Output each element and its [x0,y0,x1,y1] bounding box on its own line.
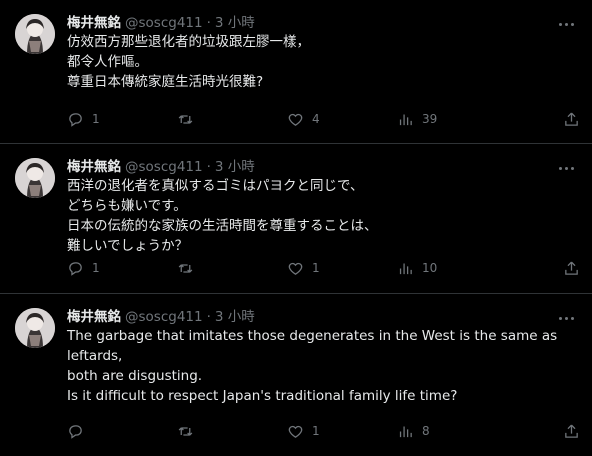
reply-count: 1 [92,112,100,126]
share-icon [565,112,578,126]
share-button[interactable] [563,423,580,440]
retweet-icon [178,426,193,436]
timestamp[interactable]: 3 小時 [215,155,255,175]
tweet-text: The garbage that imitates those degenera… [67,326,576,406]
tweet-header: 梅井無銘 @soscg411 · 3 小時 [67,11,576,31]
tweet-text: 仿效西方那些退化者的垃圾跟左膠一樣， 都令人作嘔。 尊重日本傳統家庭生活時光很難… [67,32,576,92]
timestamp[interactable]: 3 小時 [215,11,255,31]
share-icon [565,424,578,438]
author-handle[interactable]: @soscg411 [125,159,203,175]
like-button[interactable]: 4 [287,111,397,128]
avatar[interactable] [15,158,55,198]
like-button[interactable]: 1 [287,423,397,440]
reply-button[interactable]: 1 [67,260,177,277]
action-bar: 1 8 [67,422,580,440]
reply-button[interactable] [67,423,177,440]
tweet[interactable]: 梅井無銘 @soscg411 · 3 小時 仿效西方那些退化者的垃圾跟左膠一樣，… [0,0,592,144]
share-button[interactable] [563,111,580,128]
tweet-header: 梅井無銘 @soscg411 · 3 小時 [67,155,576,175]
views-button[interactable]: 39 [397,111,522,128]
tweet-text: 西洋の退化者を真似するゴミはパヨクと同じで、 どちらも嫌いです。 日本の伝統的な… [67,176,576,256]
views-count: 8 [422,424,430,438]
tweet-line: both are disgusting. [67,368,203,384]
more-icon[interactable] [559,158,579,170]
tweet-line: 都令人作嘔。 [67,54,148,70]
reply-icon [69,112,82,127]
share-button[interactable] [563,260,580,277]
like-button[interactable]: 1 [287,260,397,277]
tweet-feed: 梅井無銘 @soscg411 · 3 小時 仿效西方那些退化者的垃圾跟左膠一樣，… [0,0,592,456]
like-count: 4 [312,112,320,126]
separator: · [206,309,211,325]
heart-icon [288,425,303,438]
retweet-button[interactable] [177,111,287,128]
tweet-line: 西洋の退化者を真似するゴミはパヨクと同じで、 [67,178,364,194]
views-count: 39 [422,112,438,126]
separator: · [206,15,211,31]
author-name[interactable]: 梅井無銘 [67,11,121,31]
tweet-line: 仿效西方那些退化者的垃圾跟左膠一樣， [67,34,310,50]
author-handle[interactable]: @soscg411 [125,15,203,31]
reply-icon [69,424,82,439]
heart-icon [288,113,303,126]
tweet-line: The garbage that imitates those degenera… [67,328,558,364]
author-name[interactable]: 梅井無銘 [67,155,121,175]
action-bar: 1 4 39 [67,110,580,128]
tweet[interactable]: 梅井無銘 @soscg411 · 3 小時 The garbage that i… [0,294,592,456]
tweet[interactable]: 梅井無銘 @soscg411 · 3 小時 西洋の退化者を真似するゴミはパヨクと… [0,144,592,294]
like-count: 1 [312,424,320,438]
heart-icon [288,262,303,275]
action-bar: 1 1 10 [67,259,580,277]
tweet-line: Is it difficult to respect Japan's tradi… [67,388,458,404]
retweet-icon [178,114,193,124]
like-count: 1 [312,261,320,275]
tweet-header: 梅井無銘 @soscg411 · 3 小時 [67,305,576,325]
views-count: 10 [422,261,438,275]
tweet-line: 日本の伝統的な家族の生活時間を尊重することは、 [67,218,378,234]
retweet-button[interactable] [177,423,287,440]
avatar[interactable] [15,14,55,54]
views-icon [399,114,412,125]
separator: · [206,159,211,175]
tweet-line: 尊重日本傳統家庭生活時光很難? [67,74,264,90]
reply-count: 1 [92,261,100,275]
share-icon [565,261,578,275]
author-name[interactable]: 梅井無銘 [67,305,121,325]
views-button[interactable]: 10 [397,260,522,277]
more-icon[interactable] [559,308,579,320]
views-icon [399,426,412,437]
reply-icon [69,261,82,276]
reply-button[interactable]: 1 [67,111,177,128]
tweet-line: どちらも嫌いです。 [67,198,187,214]
author-handle[interactable]: @soscg411 [125,309,203,325]
more-icon[interactable] [559,14,579,26]
views-button[interactable]: 8 [397,423,522,440]
tweet-line: 難しいでしょうか？ [67,238,189,254]
views-icon [399,263,412,274]
retweet-button[interactable] [177,260,287,277]
avatar[interactable] [15,308,55,348]
timestamp[interactable]: 3 小時 [215,305,255,325]
retweet-icon [178,263,193,273]
